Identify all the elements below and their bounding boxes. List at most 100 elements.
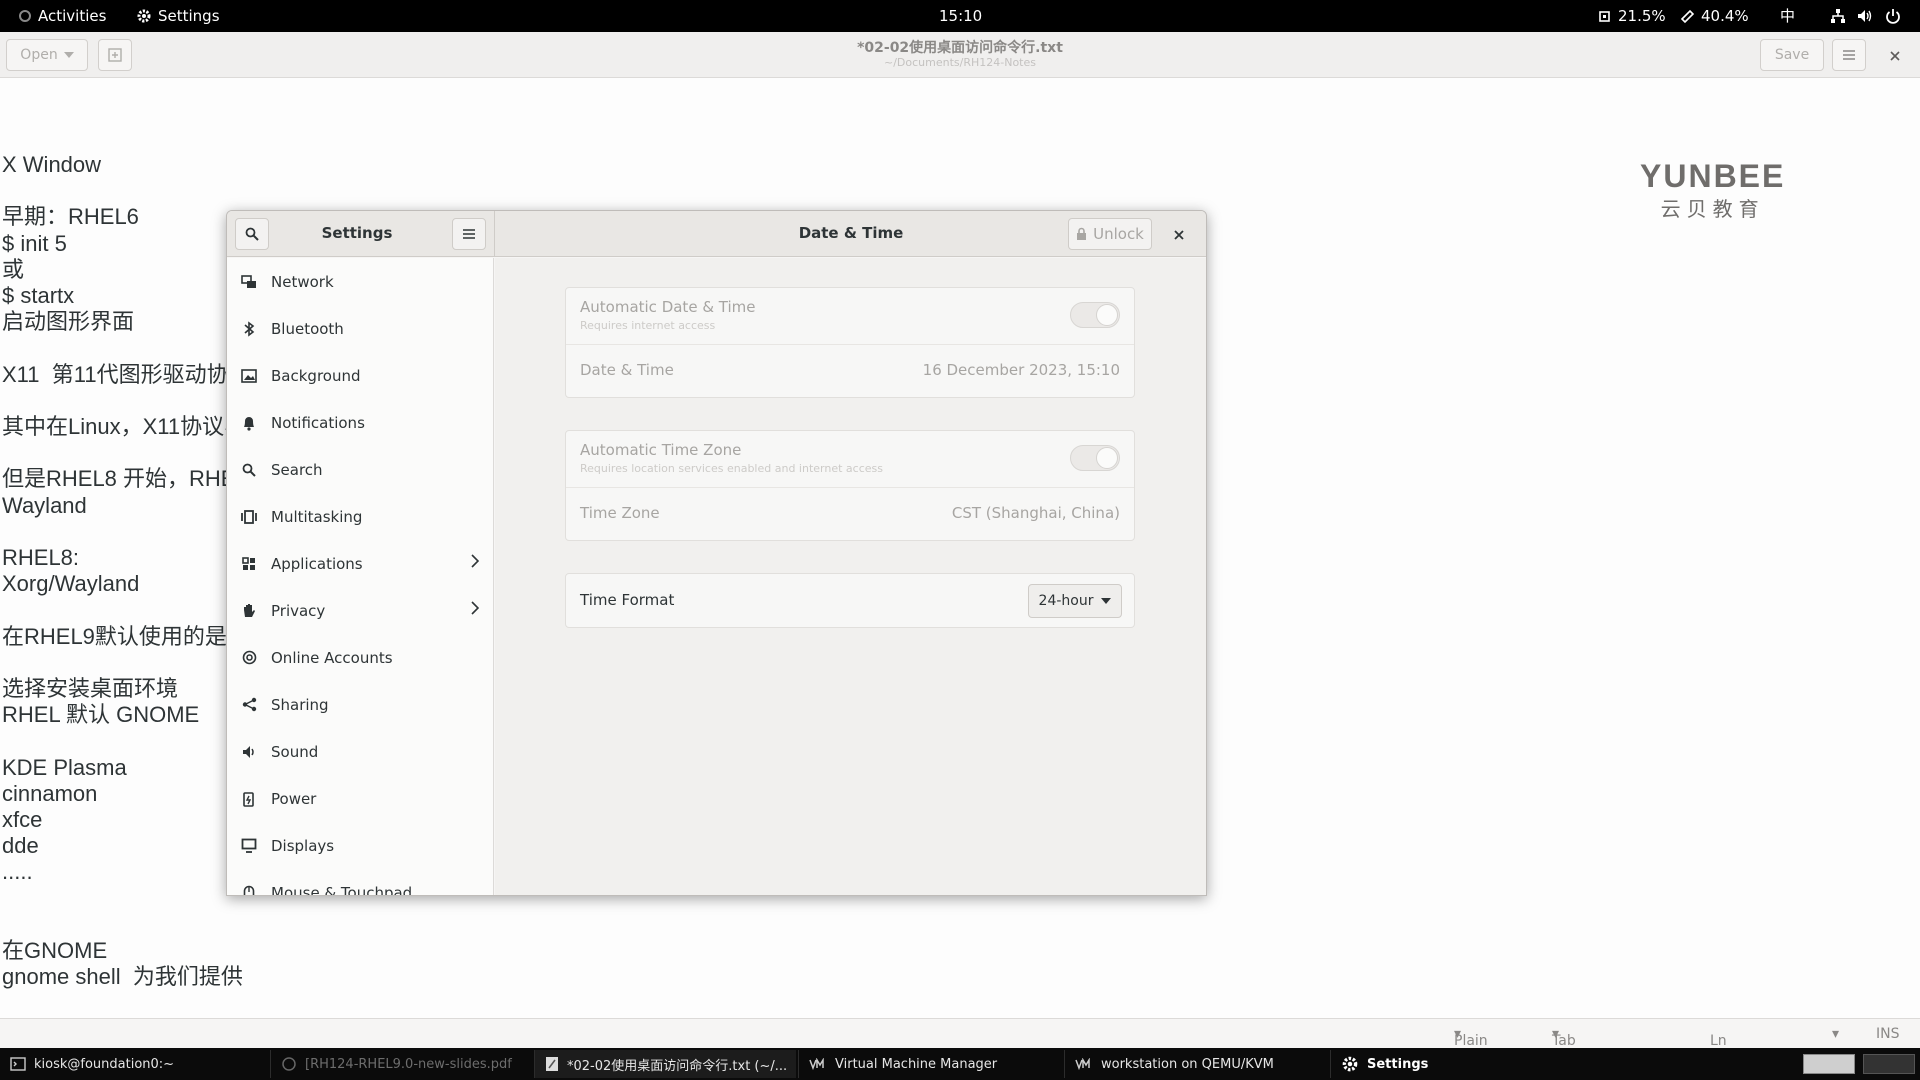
sidebar-item-privacy[interactable]: Privacy	[227, 587, 493, 634]
sidebar-item-displays[interactable]: Displays	[227, 822, 493, 869]
switch-knob	[1096, 447, 1118, 469]
activities-button[interactable]: Activities	[18, 0, 106, 32]
sidebar-item-label: Search	[271, 460, 323, 479]
close-icon	[1174, 230, 1184, 240]
automatic-time-zone-row[interactable]: Automatic Time Zone Requires location se…	[566, 431, 1134, 487]
watermark-en: YUNBEE	[1640, 158, 1786, 194]
tab-width-selector[interactable]: Tab Width: 8 ▾	[1552, 1026, 1597, 1080]
open-button[interactable]: Open	[6, 39, 88, 71]
task-workstation-vm[interactable]: workstation on QEMU/KVM	[1064, 1050, 1326, 1078]
task-label: Settings	[1367, 1056, 1429, 1072]
editor-line: X11 第11代图形驱动协议	[2, 361, 251, 387]
task-label: workstation on QEMU/KVM	[1101, 1056, 1274, 1072]
time-zone-row[interactable]: Time Zone CST (Shanghai, China)	[566, 488, 1134, 541]
date-time-value: 16 December 2023, 15:10	[922, 361, 1120, 379]
cpu-indicator[interactable]: 21.5%	[1597, 0, 1666, 32]
clock-label: 15:10	[939, 7, 983, 25]
sidebar-item-background[interactable]: Background	[227, 352, 493, 399]
task-virtual-machine-manager[interactable]: Virtual Machine Manager	[798, 1050, 1060, 1078]
hamburger-icon	[463, 229, 475, 239]
insert-mode: INS	[1876, 1026, 1900, 1042]
volume-icon[interactable]	[1857, 0, 1873, 32]
sidebar-item-sound[interactable]: Sound	[227, 728, 493, 775]
switch-knob	[1096, 304, 1118, 326]
sidebar-item-power[interactable]: Power	[227, 775, 493, 822]
automatic-date-time-switch[interactable]	[1070, 302, 1120, 328]
network-status-icon[interactable]	[1830, 0, 1846, 32]
save-button[interactable]: Save	[1760, 39, 1824, 71]
position-dropdown-icon[interactable]: ▾	[1832, 1026, 1839, 1042]
settings-menu-button[interactable]	[452, 218, 486, 250]
workspace-2[interactable]	[1863, 1054, 1915, 1074]
new-tab-button[interactable]	[98, 39, 132, 71]
sidebar-item-bluetooth[interactable]: Bluetooth	[227, 305, 493, 352]
task-text-editor[interactable]: *02-02使用桌面访问命令行.txt (~/...	[534, 1050, 796, 1078]
memory-value: 40.4%	[1701, 7, 1749, 25]
watermark-cn: 云贝教育	[1660, 197, 1765, 221]
settings-window: Settings Date & Time Unlock Network Blue…	[226, 210, 1207, 896]
search-button[interactable]	[235, 218, 269, 250]
sidebar-item-applications[interactable]: Applications	[227, 540, 493, 587]
editor-line: 选择安装桌面环境	[2, 676, 179, 702]
taskbar: kiosk@foundation0:~ [RH124-RHEL9.0-new-s…	[0, 1048, 1920, 1080]
task-label: kiosk@foundation0:~	[34, 1056, 175, 1072]
editor-line: gnome shell 为我们提供	[2, 964, 243, 990]
date-time-row[interactable]: Date & Time 16 December 2023, 15:10	[566, 345, 1134, 398]
editor-line: Xorg/Wayland	[2, 571, 140, 597]
task-terminal[interactable]: kiosk@foundation0:~	[0, 1050, 262, 1078]
text-editor-headerbar: Open *02-02使用桌面访问命令行.txt ~/Documents/RH1…	[0, 32, 1920, 78]
activities-icon	[19, 10, 31, 22]
hamburger-icon	[1843, 50, 1855, 60]
clock[interactable]: 15:10	[939, 0, 982, 32]
task-pdf-viewer[interactable]: [RH124-RHEL9.0-new-slides.pdf	[270, 1050, 532, 1078]
automatic-date-time-row[interactable]: Automatic Date & Time Requires internet …	[566, 288, 1134, 344]
time-format-label: Time Format	[580, 591, 675, 609]
sidebar-item-label: Background	[271, 366, 361, 385]
sidebar-item-label: Privacy	[271, 601, 326, 620]
sidebar-item-multitasking[interactable]: Multitasking	[227, 493, 493, 540]
text-editor-statusbar: Plain Text ▾ Tab Width: 8 ▾ Ln 43, Col 3…	[0, 1018, 1920, 1080]
gedit-menu-button[interactable]	[1832, 39, 1866, 71]
vm-icon	[809, 1058, 824, 1070]
time-format-value: 24-hour	[1038, 593, 1094, 609]
sidebar-item-label: Network	[271, 272, 334, 291]
sidebar-item-label: Power	[271, 789, 317, 808]
settings-close-button[interactable]	[1165, 223, 1193, 247]
header-separator	[494, 211, 495, 257]
memory-indicator[interactable]: 40.4%	[1680, 0, 1749, 32]
text-editor-icon	[546, 1057, 558, 1071]
syntax-selector[interactable]: Plain Text ▾	[1454, 1026, 1488, 1065]
bell-icon	[227, 415, 271, 431]
editor-line: Wayland	[2, 492, 87, 518]
app-menu[interactable]: Settings	[136, 0, 220, 32]
gedit-close-button[interactable]	[1880, 44, 1910, 68]
editor-line: $ startx	[2, 283, 75, 309]
time-zone-value: CST (Shanghai, China)	[951, 504, 1120, 522]
input-method-indicator[interactable]: 中	[1780, 0, 1795, 32]
workspace-1[interactable]	[1803, 1054, 1855, 1074]
sidebar-item-notifications[interactable]: Notifications	[227, 399, 493, 446]
editor-line: RHEL 默认 GNOME	[2, 702, 200, 728]
search-icon	[227, 463, 271, 477]
task-settings[interactable]: Settings	[1330, 1050, 1592, 1078]
sidebar-item-online-accounts[interactable]: Online Accounts	[227, 634, 493, 681]
date-time-panel: Automatic Date & Time Requires internet …	[495, 258, 1206, 895]
editor-line: KDE Plasma	[2, 754, 127, 780]
terminal-icon	[10, 1057, 26, 1071]
automatic-time-zone-switch[interactable]	[1070, 445, 1120, 471]
time-format-dropdown[interactable]: 24-hour	[1028, 584, 1122, 618]
unlock-button[interactable]: Unlock	[1068, 218, 1152, 250]
sidebar-item-search[interactable]: Search	[227, 446, 493, 493]
close-icon	[1890, 51, 1900, 61]
editor-line: 其中在Linux，X11协议实	[2, 414, 247, 440]
sidebar-item-network[interactable]: Network	[227, 258, 493, 305]
power-menu-icon[interactable]	[1885, 0, 1901, 32]
date-time-label: Date & Time	[580, 361, 674, 379]
sidebar-item-mouse-touchpad[interactable]: Mouse & Touchpad	[227, 869, 493, 895]
sidebar-item-sharing[interactable]: Sharing	[227, 681, 493, 728]
network-icon	[227, 274, 271, 290]
